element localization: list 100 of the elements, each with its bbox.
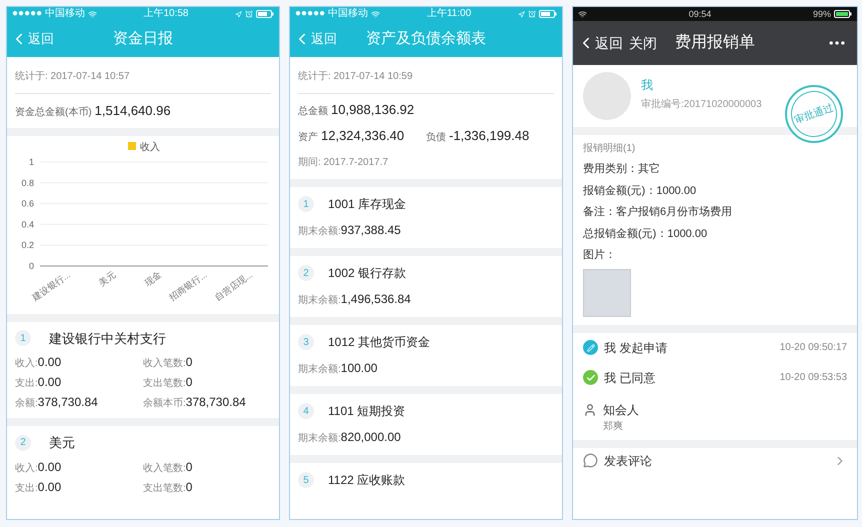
field-label: 收入: [15, 356, 38, 371]
status-time: 09:54 [688, 10, 712, 18]
index-badge: 1 [298, 196, 314, 212]
field-label: 收入笔数: [143, 356, 186, 371]
x-category-label: 建设银行... [30, 268, 72, 302]
field-label: 支出: [15, 482, 38, 496]
carrier-label: ●●●●● 中国移动 [12, 9, 85, 19]
alarm-icon [244, 10, 253, 18]
summary-label: 负债 [426, 130, 446, 144]
detail-field: 费用类别：其它 [583, 161, 847, 178]
x-category-label: 招商银行... [167, 268, 209, 302]
alarm-icon [528, 10, 536, 18]
edit-status-icon [583, 340, 598, 355]
field-value: 0.00 [38, 374, 62, 391]
balance-label: 期末余额: [298, 224, 341, 239]
field-label: 收入笔数: [143, 462, 186, 476]
carrier-label: ●●●●● 中国移动 [295, 9, 368, 19]
timeline-event: 我 发起申请 [604, 340, 668, 356]
y-tick-label: 1 [28, 156, 34, 166]
page-title: 资金日报 [113, 28, 173, 49]
summary-value: -1,336,199.48 [449, 126, 530, 144]
field-value: 378,730.84 [186, 394, 246, 411]
location-icon [234, 10, 242, 18]
y-tick-label: 0.8 [21, 177, 34, 188]
balance-value: 820,000.00 [340, 429, 401, 446]
chart-legend: 收入 [128, 142, 160, 152]
y-tick-label: 0.4 [21, 218, 34, 229]
y-tick-label: 0.2 [21, 240, 34, 250]
index-badge: 1 [15, 330, 31, 346]
account-name: 建设银行中关村支行 [49, 330, 166, 348]
total-value: 1,514,640.96 [94, 102, 171, 120]
balance-label: 期末余额: [298, 362, 341, 377]
battery-percent: 99% [812, 10, 831, 18]
person-icon [583, 402, 597, 416]
battery-icon [834, 10, 852, 18]
total-value: 10,988,136.92 [331, 101, 414, 119]
approval-number: 审批编号:20171020000003 [641, 98, 762, 112]
check-status-icon [583, 370, 598, 385]
wifi-icon [578, 10, 587, 18]
x-category-label: 自营店现... [212, 268, 254, 302]
field-label: 支出: [15, 376, 38, 391]
cc-label: 知会人 [603, 402, 639, 418]
back-button[interactable]: 返回 [577, 32, 623, 54]
summary-label: 资产 [298, 130, 318, 144]
timeline-event: 我 已同意 [604, 370, 656, 386]
index-badge: 5 [298, 472, 314, 488]
field-value: 0 [186, 458, 192, 476]
x-category-label: 现金 [142, 268, 164, 288]
comment-row[interactable]: 发表评论 [573, 448, 857, 474]
wifi-icon [370, 10, 380, 18]
detail-field: 备注：客户报销6月份市场费用 [583, 204, 847, 220]
images-label: 图片： [583, 248, 617, 263]
field-value: 0.00 [38, 458, 62, 476]
cc-names: 郑爽 [602, 420, 624, 434]
field-value: 378,730.84 [38, 394, 98, 411]
detail-field: 总报销金额(元)：1000.00 [583, 226, 847, 242]
account-title: 1101 短期投资 [328, 403, 406, 420]
battery-icon [256, 10, 274, 18]
account-title: 1001 库存现金 [328, 196, 406, 213]
stat-time: 统计于: 2017-07-14 10:57 [15, 71, 130, 82]
account-name: 美元 [49, 434, 75, 452]
chat-icon [583, 453, 598, 468]
total-label: 总金额 [298, 104, 328, 119]
page-title: 费用报销单 [675, 32, 756, 53]
total-label: 资金总金额(本币) [15, 106, 92, 120]
status-time: 上午11:00 [426, 9, 472, 19]
balance-label: 期末余额: [298, 294, 341, 308]
field-label: 余额本币: [143, 396, 186, 411]
field-value: 0 [186, 374, 192, 391]
summary-value: 12,324,336.40 [321, 126, 404, 144]
period-label: 期间: 2017.7-2017.7 [298, 157, 388, 168]
account-title: 1122 应收账款 [328, 472, 406, 489]
field-value: 0 [186, 354, 192, 371]
field-label: 收入: [15, 462, 38, 476]
balance-value: 100.00 [340, 360, 378, 377]
battery-icon [539, 10, 557, 18]
status-time: 上午10:58 [143, 9, 188, 19]
detail-field: 报销金额(元)：1000.00 [583, 182, 847, 199]
index-badge: 2 [15, 434, 31, 451]
applicant-name: 我 [641, 77, 654, 94]
y-tick-label: 0.6 [21, 198, 34, 208]
detail-title: 报销明细(1) [583, 142, 636, 156]
balance-label: 期末余额: [298, 432, 341, 446]
stat-time: 统计于: 2017-07-14 10:59 [298, 71, 413, 82]
avatar [583, 72, 631, 120]
legend-label: 收入 [140, 140, 160, 152]
timeline-time: 10-20 09:53:53 [780, 371, 847, 385]
account-title: 1002 银行存款 [328, 265, 406, 282]
y-tick-label: 0 [28, 260, 34, 270]
close-button[interactable]: 关闭 [629, 32, 657, 54]
wifi-icon [88, 10, 97, 18]
field-value: 0.00 [38, 354, 62, 371]
location-icon [518, 10, 525, 18]
index-badge: 2 [298, 265, 314, 281]
balance-value: 1,496,536.84 [340, 291, 411, 308]
field-label: 支出笔数: [143, 482, 186, 496]
field-label: 余额: [15, 396, 38, 411]
field-value: 0 [186, 478, 192, 496]
x-category-label: 美元 [97, 268, 118, 288]
field-value: 0.00 [38, 478, 62, 496]
